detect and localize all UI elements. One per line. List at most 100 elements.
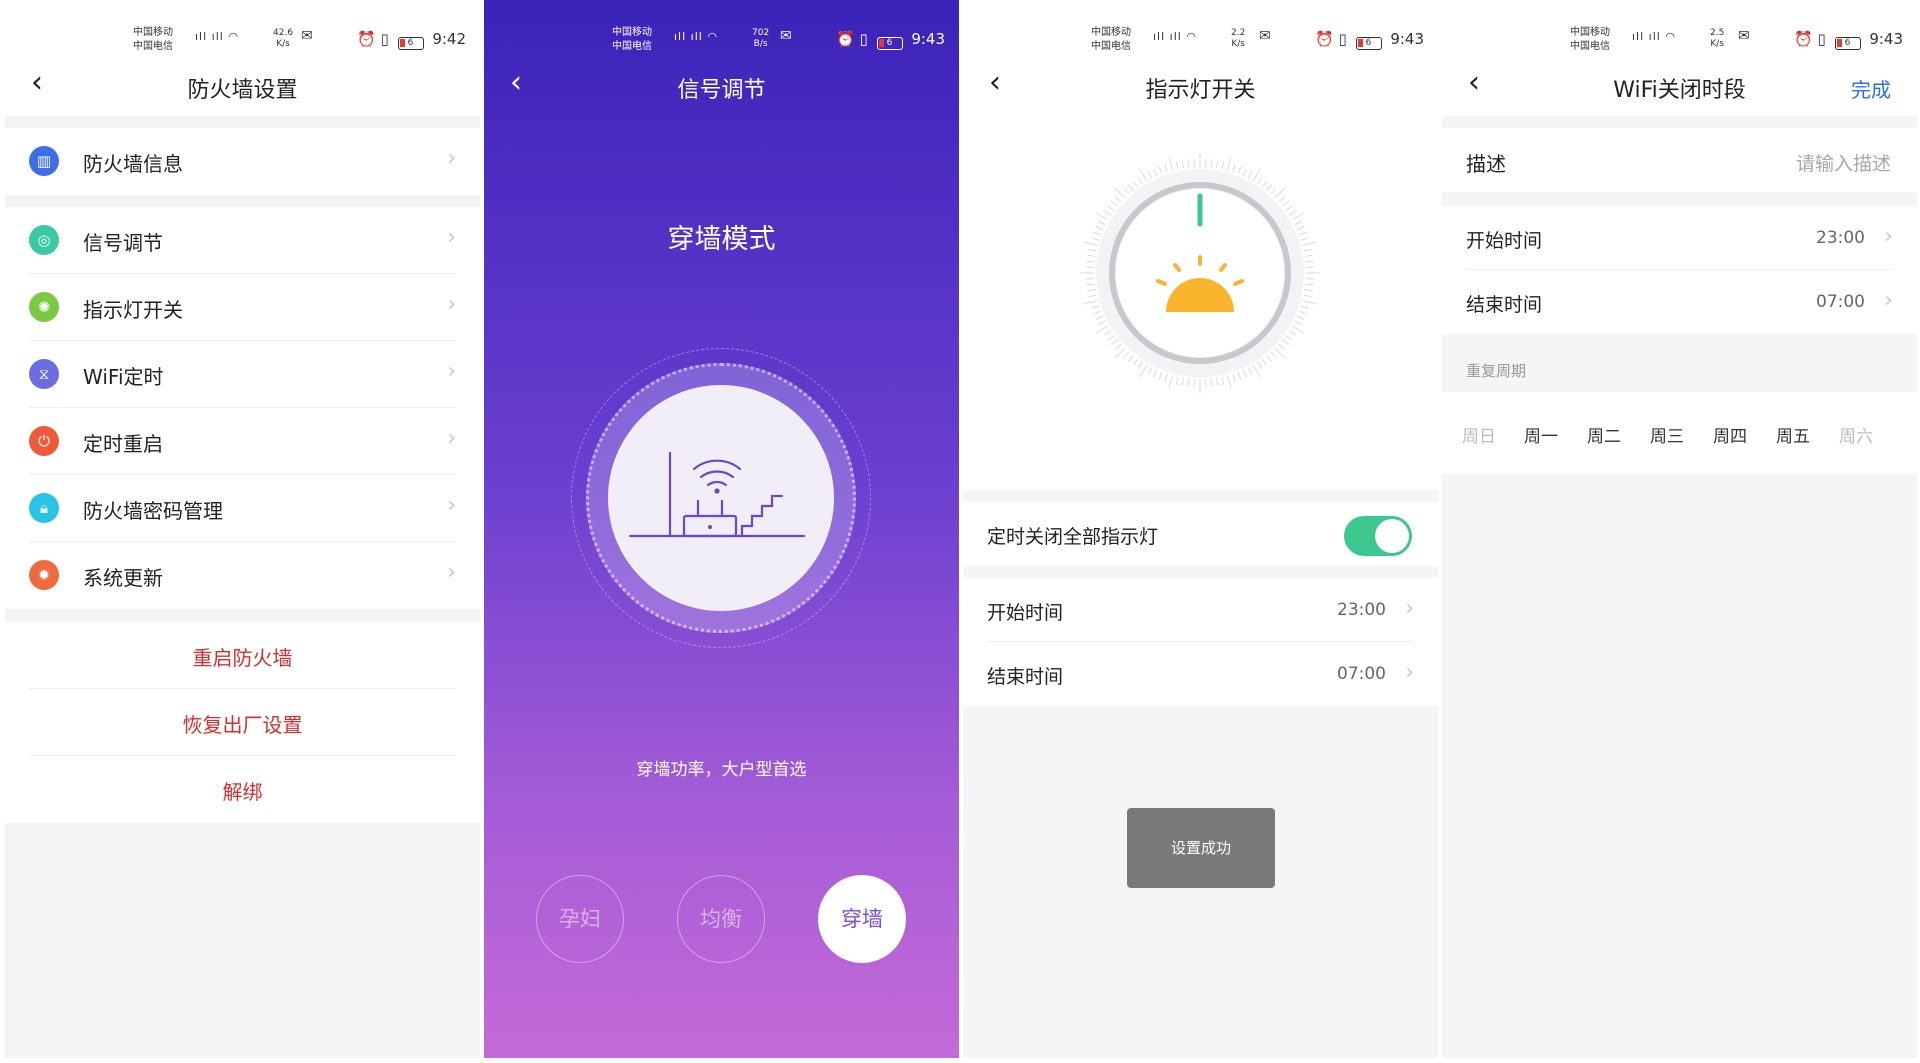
dial-tick (1095, 226, 1104, 231)
list-item-system-update[interactable]: ✹ 系统更新 › (5, 542, 480, 609)
mode-button-balanced[interactable]: 均衡 (677, 875, 765, 963)
lights-off-toggle[interactable] (1344, 516, 1412, 556)
list-item-label: 定时重启 (83, 432, 163, 456)
dial-tick (1091, 237, 1100, 241)
weekday-thu[interactable]: 周四 (1713, 422, 1747, 447)
dial-tick (1270, 351, 1277, 359)
mode-illustration (608, 385, 834, 611)
restart-firewall-button[interactable]: 重启防火墙 (5, 622, 480, 689)
list-item-light[interactable]: ✺ 指示灯开关 › (5, 274, 480, 341)
dial-tick (1132, 180, 1139, 188)
chevron-right-icon: › (447, 146, 456, 171)
start-time-value: 23:00 (1337, 600, 1386, 620)
actions-group: 重启防火墙 恢复出厂设置 解绑 (5, 622, 480, 823)
dial-tick (1098, 220, 1106, 226)
toggle-card: 定时关闭全部指示灯 (963, 502, 1438, 566)
end-time-value: 07:00 (1337, 664, 1386, 684)
end-time-row[interactable]: 结束时间 07:00 › (1442, 270, 1917, 334)
dial-tick (1257, 361, 1263, 369)
signal-icon: ıll ıll ◠ (674, 30, 718, 43)
carrier-labels: 中国移动 中国电信 (612, 26, 652, 54)
weekday-tue[interactable]: 周二 (1587, 422, 1621, 447)
list-item-scheduled-reboot[interactable]: ⏻ 定时重启 › (5, 408, 480, 475)
weekday-fri[interactable]: 周五 (1776, 422, 1810, 447)
list-item-signal[interactable]: ◎ 信号调节 › (5, 207, 480, 274)
list-item-label: WiFi定时 (83, 365, 164, 389)
dial-tick (1164, 164, 1168, 173)
dial-tick (1087, 254, 1096, 257)
chevron-right-icon: › (447, 426, 456, 451)
clock: 9:43 (911, 30, 945, 48)
dial-tick (1278, 196, 1286, 203)
dial-tick (1168, 156, 1174, 171)
carrier-1: 中国移动 (1570, 27, 1610, 38)
time-card: 开始时间 23:00 › 结束时间 07:00 › (963, 578, 1438, 706)
unbind-button[interactable]: 解绑 (5, 756, 480, 823)
dial-tick (1127, 184, 1134, 191)
dial-tick (1093, 231, 1102, 236)
mode-description: 穿墙功率，大户型首选 (636, 760, 807, 780)
dial-tick (1181, 160, 1184, 169)
done-button[interactable]: 完成 (1851, 74, 1891, 103)
network-speed: 42.6 K/s (273, 28, 293, 50)
lock-icon: 🔒︎ (29, 493, 59, 523)
weekday-mon[interactable]: 周一 (1524, 422, 1558, 447)
toggle-row: 定时关闭全部指示灯 (963, 502, 1438, 566)
indicator-light-screen: 中国移动 中国电信 ıll ıll ◠ 2.2 K/s ✉ ⏰ ▯ 6 9:43… (963, 0, 1438, 1058)
dial-tick (1294, 220, 1302, 226)
dial-tick (1088, 248, 1097, 252)
dial-tick (1175, 161, 1179, 170)
battery-icon: 6 (1355, 37, 1382, 50)
weekday-wed[interactable]: 周三 (1650, 422, 1684, 447)
network-speed: 2.2 K/s (1231, 28, 1245, 50)
dial-tick (1187, 378, 1190, 387)
dial-tick (1274, 187, 1286, 199)
dial-tick (1187, 159, 1190, 168)
list-item-firewall-info[interactable]: ▥ 防火墙信息 › (5, 128, 480, 195)
dial-tick (1086, 260, 1095, 263)
dial-tick (1095, 212, 1109, 221)
chevron-right-icon: › (447, 493, 456, 518)
dial-tick (1252, 364, 1261, 378)
dial-tick (1242, 369, 1247, 378)
success-toast: 设置成功 (1127, 808, 1275, 888)
info-group: ▥ 防火墙信息 › (5, 128, 480, 195)
start-time-label: 开始时间 (987, 602, 1064, 624)
weekday-sun[interactable]: 周日 (1462, 422, 1496, 447)
dial-tick (1210, 378, 1213, 387)
mode-button-wall[interactable]: 穿墙 (818, 875, 906, 963)
page-title: 指示灯开关 (1145, 78, 1256, 103)
title-bar: ‹ WiFi关闭时段 完成 (1442, 58, 1917, 116)
wechat-icon: ✉ (301, 28, 313, 44)
mode-button-pregnant[interactable]: 孕妇 (536, 875, 624, 963)
weekday-sat[interactable]: 周六 (1839, 422, 1873, 447)
list-item-wifi-timer[interactable]: ⧖ WiFi定时 › (5, 341, 480, 408)
dial-tick (1221, 161, 1225, 170)
list-item-password[interactable]: 🔒︎ 防火墙密码管理 › (5, 475, 480, 542)
router-wall-icon (628, 451, 806, 538)
dial-tick (1088, 294, 1097, 298)
clock: 9:42 (432, 30, 466, 48)
speed-unit: K/s (1231, 39, 1245, 49)
speed-unit: K/s (1710, 39, 1724, 49)
description-row[interactable]: 描述 请输入描述 (1442, 128, 1917, 192)
settings-group: ◎ 信号调节 › ✺ 指示灯开关 › ⧖ WiFi定时 › ⏻ 定时重启 › 🔒… (5, 207, 480, 609)
factory-reset-button[interactable]: 恢复出厂设置 (5, 689, 480, 756)
firewall-icon: ▥ (29, 146, 59, 176)
dial-tick (1247, 367, 1253, 375)
description-input[interactable]: 请输入描述 (1796, 149, 1891, 176)
dial-tick (1266, 184, 1273, 191)
dial-tick (1158, 371, 1163, 380)
list-item-label: 指示灯开关 (83, 298, 183, 322)
start-time-row[interactable]: 开始时间 23:00 › (1442, 206, 1917, 270)
title-bar: ‹ 信号调节 (484, 58, 959, 116)
dial-tick (1303, 248, 1312, 252)
start-time-row[interactable]: 开始时间 23:00 › (963, 578, 1438, 642)
status-right: ⏰ ▯ 6 9:43 (1315, 30, 1424, 50)
signal-icon: ◎ (29, 225, 59, 255)
chevron-right-icon: › (447, 560, 456, 585)
dial-tick (1083, 299, 1098, 305)
dial-tick (1139, 364, 1148, 378)
end-time-row[interactable]: 结束时间 07:00 › (963, 642, 1438, 706)
dial-tick (1288, 330, 1296, 336)
